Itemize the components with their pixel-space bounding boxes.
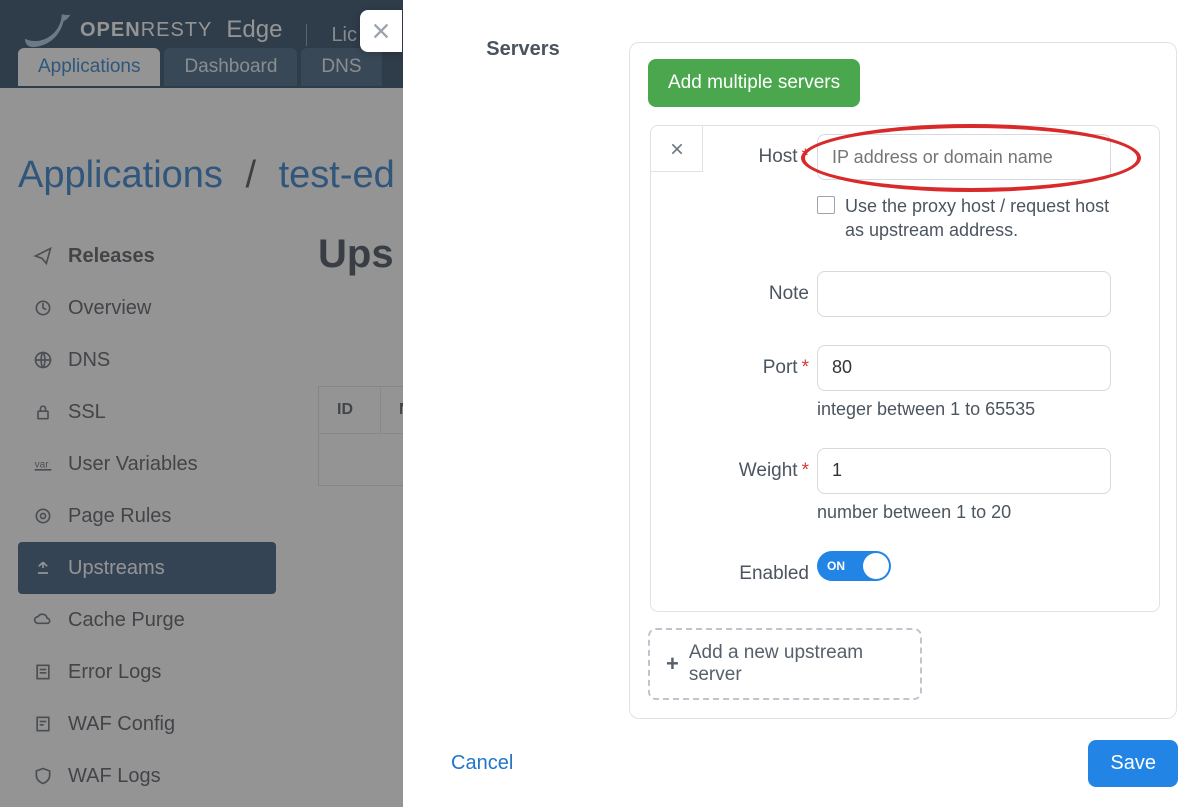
- close-button[interactable]: [360, 10, 402, 52]
- add-multiple-servers-button[interactable]: Add multiple servers: [648, 59, 860, 107]
- proxy-host-checkbox-label: Use the proxy host / request host as ups…: [845, 194, 1117, 243]
- port-input[interactable]: [817, 345, 1111, 391]
- proxy-host-checkbox[interactable]: [817, 196, 835, 214]
- toggle-knob: [863, 553, 889, 579]
- close-icon: [370, 20, 392, 42]
- section-servers-label: Servers: [403, 38, 643, 61]
- weight-label: Weight: [739, 460, 798, 481]
- port-hint: integer between 1 to 65535: [817, 399, 1129, 420]
- save-button[interactable]: Save: [1088, 740, 1178, 787]
- host-label: Host: [759, 146, 798, 167]
- side-panel: Servers Add multiple servers Host* Use t…: [403, 0, 1184, 807]
- add-upstream-label: Add a new upstream server: [689, 642, 904, 686]
- note-label: Note: [769, 283, 809, 304]
- enabled-label: Enabled: [739, 563, 809, 584]
- add-upstream-server-button[interactable]: + Add a new upstream server: [648, 628, 922, 700]
- host-input[interactable]: [817, 134, 1111, 180]
- server-box: Host* Use the proxy host / request host …: [650, 125, 1160, 612]
- toggle-on-text: ON: [827, 559, 845, 573]
- weight-hint: number between 1 to 20: [817, 502, 1129, 523]
- plus-icon: +: [666, 651, 679, 677]
- enabled-toggle[interactable]: ON: [817, 551, 891, 581]
- cancel-button[interactable]: Cancel: [451, 752, 513, 775]
- weight-input[interactable]: [817, 448, 1111, 494]
- note-input[interactable]: [817, 271, 1111, 317]
- servers-card: Add multiple servers Host* Use the proxy…: [629, 42, 1177, 719]
- port-label: Port: [763, 357, 798, 378]
